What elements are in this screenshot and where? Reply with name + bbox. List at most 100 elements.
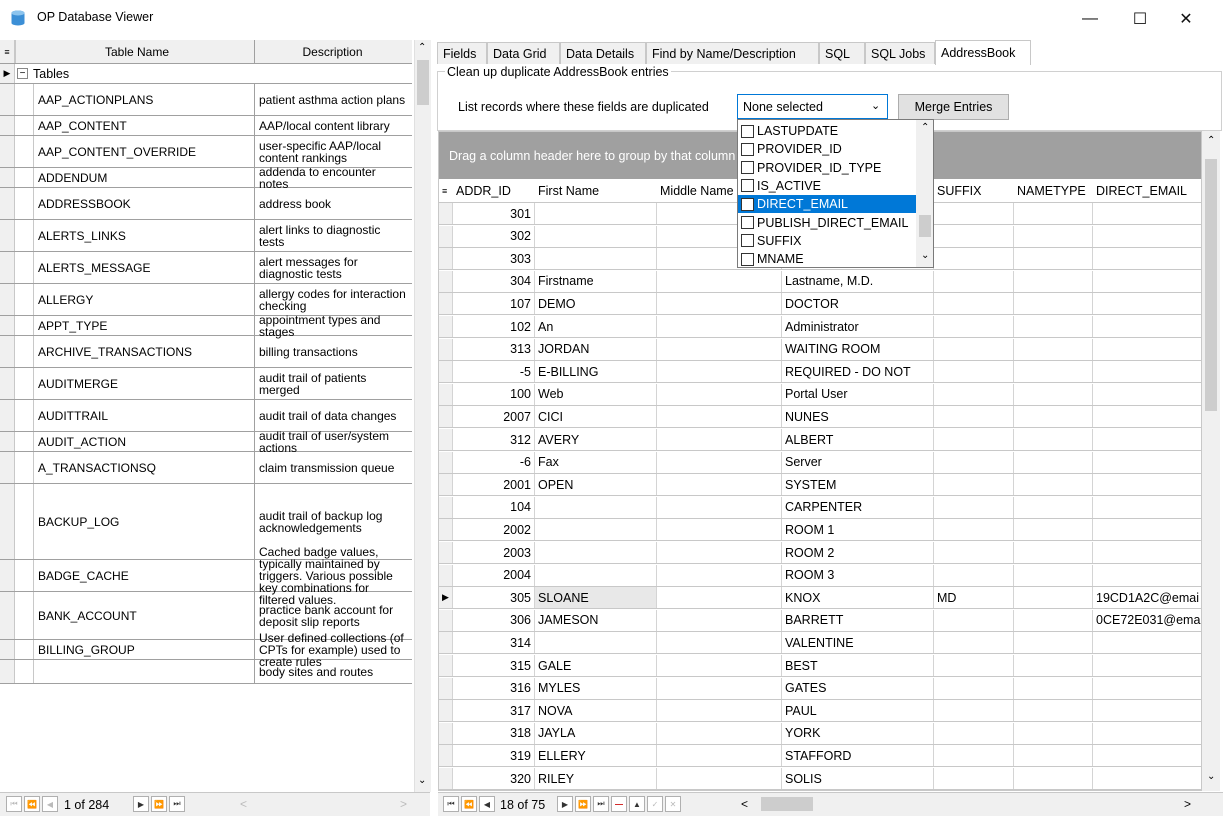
table-desc-cell[interactable]: allergy codes for interaction checking [255,284,410,315]
row-indicator[interactable] [439,609,453,631]
table-row[interactable]: 313 JORDAN WAITING ROOM [439,338,1201,361]
grid-cell[interactable]: ELLERY [535,745,657,767]
column-header[interactable]: ADDR_ID [453,179,535,202]
grid-cell[interactable]: 305 [453,587,535,609]
grid-cell[interactable] [934,542,1014,563]
grid-cell[interactable]: Firstname [535,270,657,292]
row-indicator[interactable] [439,316,453,337]
table-row[interactable]: 2003 ROOM 2 [439,542,1201,564]
grid-cell[interactable]: SLOANE [535,587,657,609]
tab-sql[interactable]: SQL [819,42,865,64]
grid-cell[interactable] [657,496,782,518]
table-row[interactable]: 102 An Administrator [439,316,1201,338]
grid-cell[interactable]: RILEY [535,768,657,789]
grid-cell[interactable] [1014,677,1093,699]
grid-cell[interactable] [1093,655,1201,676]
grid-cell[interactable] [934,316,1014,337]
dropdown-option[interactable]: LASTUPDATE [741,122,838,140]
grid-cell[interactable] [1014,542,1093,563]
table-desc-cell[interactable]: appointment types and stages [255,314,410,338]
next-page-icon[interactable]: ⏩ [151,796,167,812]
grid-cell[interactable] [934,632,1014,654]
grid-cell[interactable] [934,768,1014,789]
duplicate-fields-select[interactable]: None selected ⌄ [737,94,888,119]
table-row[interactable]: A_TRANSACTIONSQ claim transmission queue [0,452,412,484]
grid-cell[interactable]: 315 [453,655,535,676]
grid-cell[interactable]: NOVA [535,700,657,722]
table-row[interactable]: BILLING_GROUP User defined collections (o… [0,632,412,668]
table-row[interactable]: AAP_CONTENT_OVERRIDE user-specific AAP/lo… [0,136,412,168]
table-row[interactable]: 2007 CICI NUNES [439,406,1201,429]
delete-record-icon[interactable]: — [611,796,627,812]
column-header[interactable]: First Name [535,179,657,202]
grid-cell[interactable] [657,429,782,450]
grid-cell[interactable]: ALBERT [782,429,934,450]
table-desc-cell[interactable]: claim transmission queue [255,452,410,483]
grid-cell[interactable]: 0CE72E031@ema [1093,610,1201,631]
prev-page-icon[interactable]: ⏪ [24,796,40,812]
column-header[interactable]: DIRECT_EMAIL [1093,179,1201,202]
column-header-table-name[interactable]: Table Name [15,40,255,63]
save-edit-icon[interactable]: ✓ [647,796,663,812]
grid-cell[interactable] [1014,270,1093,292]
row-indicator[interactable] [0,484,15,559]
grid-cell[interactable] [1093,565,1201,586]
table-row[interactable]: ADDENDUM addenda to encounter notes [0,166,412,190]
table-row[interactable]: 2001 OPEN SYSTEM [439,474,1201,497]
last-record-icon[interactable]: ⏭ [593,796,609,812]
prev-record-icon[interactable]: ◀ [479,796,495,812]
grid-cell[interactable] [535,564,657,586]
grid-cell[interactable]: CARPENTER [782,496,934,518]
table-list-scrollbar[interactable]: ⌃ ⌄ [414,40,431,792]
grid-cell[interactable] [1014,406,1093,428]
group-row-tables[interactable]: ▶ − Tables [0,64,412,84]
grid-cell[interactable]: 303 [453,248,535,270]
grid-cell[interactable] [1093,745,1201,766]
grid-cell[interactable] [1014,587,1093,609]
grid-cell[interactable] [535,632,657,654]
dropdown-scrollbar[interactable]: ⌃ ⌄ [916,120,933,267]
grid-cell[interactable]: YORK [782,722,934,744]
grid-cell[interactable]: BEST [782,655,934,676]
table-row[interactable]: ALERTS_LINKS alert links to diagnostic te… [0,220,412,252]
row-indicator[interactable] [439,677,453,699]
grid-cell[interactable] [934,248,1014,270]
scroll-up-icon[interactable]: ⌃ [418,42,426,53]
table-desc-cell[interactable]: address book [255,188,410,219]
table-row[interactable]: 316 MYLES GATES [439,677,1201,700]
row-indicator[interactable] [0,452,15,483]
table-row[interactable]: body sites and routes [0,660,412,684]
hscroll-thumb[interactable] [761,797,813,811]
table-row[interactable]: 100 Web Portal User [439,383,1201,406]
grid-cell[interactable] [657,383,782,405]
grid-cell[interactable] [1093,406,1201,427]
table-name-cell[interactable]: ARCHIVE_TRANSACTIONS [33,336,255,367]
grid-cell[interactable]: Lastname, M.D. [782,270,934,292]
dropdown-option[interactable]: PUBLISH_DIRECT_EMAIL [741,214,908,232]
row-indicator[interactable] [439,542,453,563]
dropdown-option[interactable]: DIRECT_EMAIL [738,195,917,214]
grid-cell[interactable] [1014,632,1093,654]
grid-cell[interactable] [934,519,1014,541]
table-row[interactable]: BADGE_CACHE Cached badge values, typicall… [0,546,412,606]
table-name-cell[interactable]: ALERTS_MESSAGE [33,252,255,283]
first-record-icon[interactable]: ⏮ [443,796,459,812]
grid-cell[interactable] [934,609,1014,631]
table-desc-cell[interactable]: addenda to encounter notes [255,166,410,190]
chevron-down-icon[interactable]: ⌄ [871,99,880,112]
table-name-cell[interactable]: BADGE_CACHE [33,560,255,591]
grid-cell[interactable] [1093,497,1201,518]
grid-cell[interactable]: 320 [453,768,535,789]
table-row[interactable]: 318 JAYLA YORK [439,722,1201,745]
row-indicator[interactable] [0,660,15,683]
table-row[interactable]: ARCHIVE_TRANSACTIONS billing transactions [0,336,412,368]
table-row[interactable]: 319 ELLERY STAFFORD [439,745,1201,768]
table-row[interactable]: 320 RILEY SOLIS [439,768,1201,790]
grid-cell[interactable]: -6 [453,451,535,473]
grid-cell[interactable]: OPEN [535,474,657,496]
grid-cell[interactable] [1093,632,1201,653]
addressbook-scrollbar[interactable]: ⌃ ⌄ [1202,131,1220,791]
grid-cell[interactable]: CICI [535,406,657,428]
row-indicator[interactable] [439,203,453,224]
grid-cell[interactable] [535,519,657,541]
